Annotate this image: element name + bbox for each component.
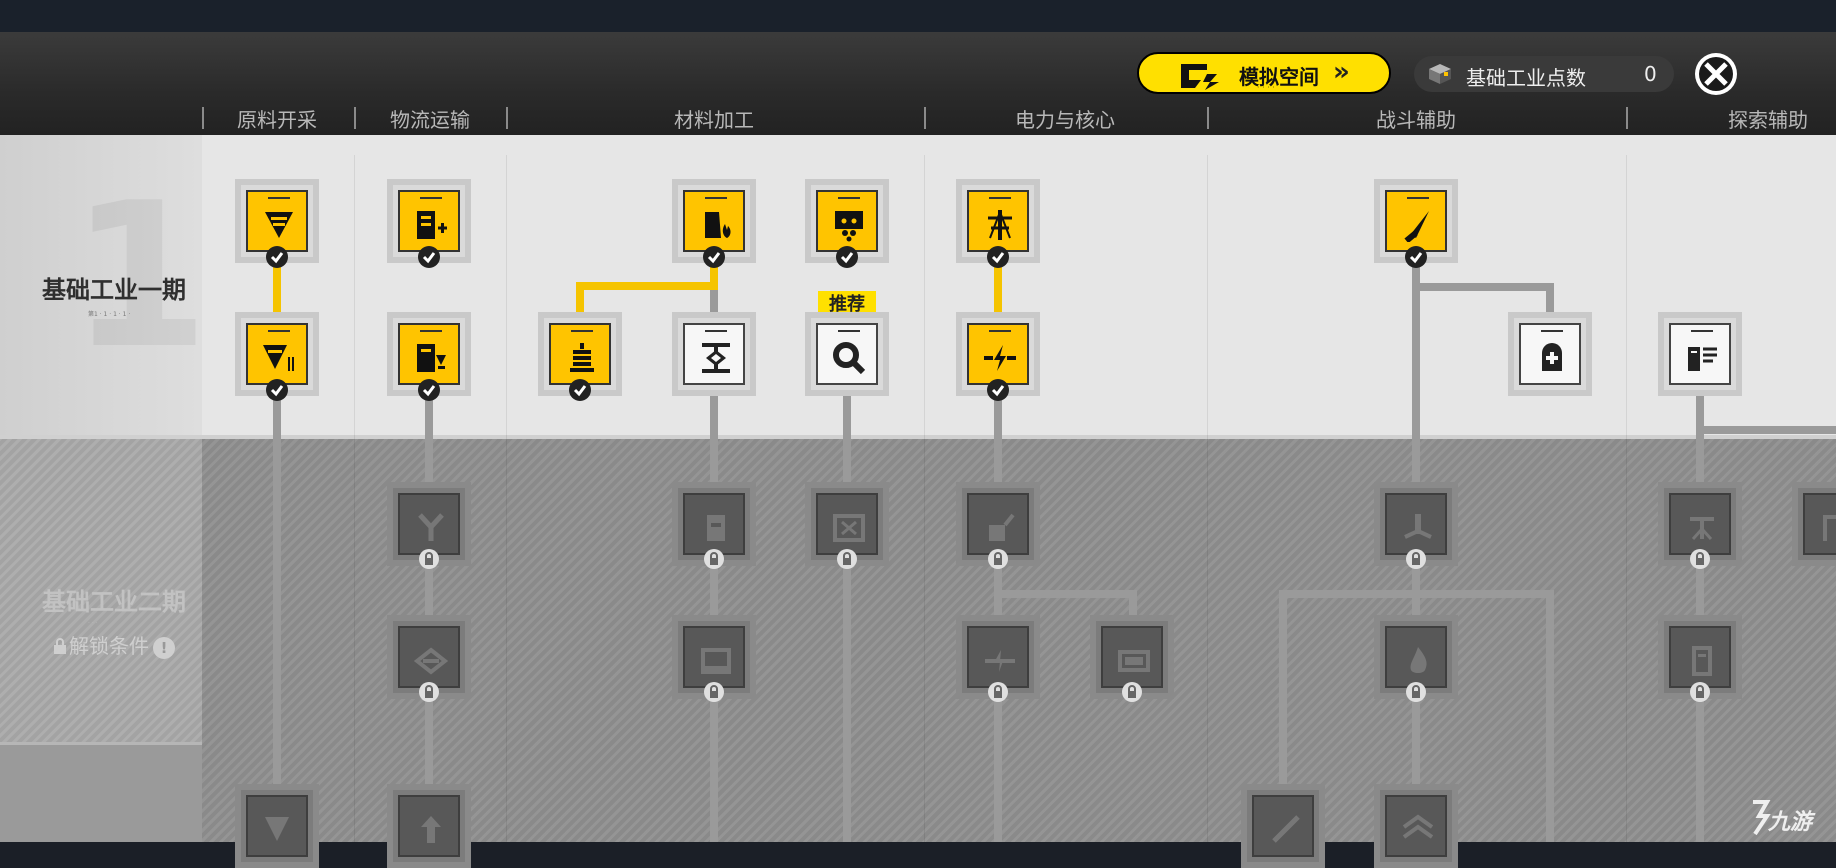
tech-node-locked-terminal[interactable] xyxy=(672,615,756,702)
tech-node-locked-wave[interactable] xyxy=(1374,784,1458,868)
check-icon xyxy=(266,246,288,268)
tech-node-locked-depot[interactable] xyxy=(1658,615,1742,702)
tower-icon xyxy=(1404,514,1432,539)
tech-node-locked-grinder[interactable] xyxy=(805,482,889,569)
tech-node-layer-stack[interactable] xyxy=(538,312,622,401)
crusher-icon xyxy=(835,211,863,242)
layer-stack-icon xyxy=(570,343,594,372)
battery-icon xyxy=(1118,650,1150,672)
tech-node-drill[interactable] xyxy=(235,179,319,268)
tech-node-press[interactable] xyxy=(672,312,756,396)
drill-icon xyxy=(265,212,293,238)
power-node-icon xyxy=(985,650,1015,672)
lock-icon xyxy=(988,549,1008,569)
tech-node-locked-beacon[interactable] xyxy=(1658,482,1742,569)
power-pylon-icon xyxy=(988,210,1012,240)
tech-node-turret[interactable] xyxy=(1374,179,1458,268)
tech-node-storage-add[interactable] xyxy=(387,179,471,268)
tech-node-locked-power-node[interactable] xyxy=(956,615,1040,702)
canister-icon xyxy=(707,515,725,541)
tech-node-manual[interactable] xyxy=(1658,312,1742,396)
lock-icon xyxy=(1690,682,1710,702)
tech-node-locked-flame[interactable] xyxy=(1374,615,1458,702)
grinder-icon xyxy=(833,514,865,542)
tech-node-crusher[interactable] xyxy=(805,179,889,268)
watermark-text: 九游 xyxy=(1768,810,1813,835)
storage-export-icon xyxy=(417,344,446,372)
tech-node-locked-elevator[interactable] xyxy=(387,784,471,868)
tech-node-locked-tower[interactable] xyxy=(1374,482,1458,569)
lock-icon xyxy=(1690,549,1710,569)
tech-node-storage-export[interactable] xyxy=(387,312,471,401)
check-icon xyxy=(266,379,288,401)
check-icon xyxy=(569,379,591,401)
check-icon xyxy=(703,246,725,268)
storage-add-icon xyxy=(417,211,447,239)
furnace-flame-icon xyxy=(705,212,731,238)
press-icon xyxy=(702,343,730,373)
tech-node-furnace[interactable] xyxy=(672,179,756,268)
turret-icon xyxy=(1404,211,1429,242)
flame-icon xyxy=(1410,647,1427,673)
lock-icon xyxy=(1122,682,1142,702)
tech-node-locked-crane[interactable] xyxy=(1792,482,1836,566)
planter-icon xyxy=(989,513,1015,541)
tech-node-locked-canister[interactable] xyxy=(672,482,756,569)
drill-ii-icon xyxy=(263,345,294,371)
power-relay-icon xyxy=(984,345,1016,371)
medical-icon xyxy=(1542,343,1562,371)
beacon-icon xyxy=(1690,517,1714,541)
manual-icon xyxy=(1688,347,1717,371)
lock-icon xyxy=(704,682,724,702)
tech-node-locked-splitter[interactable] xyxy=(387,482,471,569)
terminal-icon xyxy=(701,648,731,674)
tech-node-drill-ii[interactable] xyxy=(235,312,319,401)
lock-icon xyxy=(837,549,857,569)
check-icon xyxy=(1405,246,1427,268)
check-icon xyxy=(418,379,440,401)
tech-tree-connectors xyxy=(273,255,1836,842)
check-icon xyxy=(836,246,858,268)
check-icon xyxy=(987,246,1009,268)
conveyor-icon xyxy=(414,647,448,675)
tech-node-locked-planter[interactable] xyxy=(956,482,1040,569)
lock-icon xyxy=(1406,549,1426,569)
tech-node-power-pylon[interactable] xyxy=(956,179,1040,268)
lock-icon xyxy=(988,682,1008,702)
tech-node-locked-lance[interactable] xyxy=(1241,784,1325,868)
tech-node-medical[interactable] xyxy=(1508,312,1592,396)
lock-icon xyxy=(1406,682,1426,702)
tech-node-locked-drill-iii[interactable] xyxy=(235,784,319,868)
tech-node-search-tool[interactable] xyxy=(805,312,889,396)
lock-icon xyxy=(704,549,724,569)
crane-icon xyxy=(1823,515,1836,541)
splitter-icon xyxy=(418,513,444,541)
depot-icon xyxy=(1692,646,1712,676)
check-icon xyxy=(987,379,1009,401)
search-tool-icon xyxy=(833,342,866,375)
tech-node-power-relay[interactable] xyxy=(956,312,1040,401)
check-icon xyxy=(418,246,440,268)
tech-node-locked-battery[interactable] xyxy=(1090,615,1174,702)
tech-node-locked-conveyor[interactable] xyxy=(387,615,471,702)
lock-icon xyxy=(419,682,439,702)
lock-icon xyxy=(419,549,439,569)
